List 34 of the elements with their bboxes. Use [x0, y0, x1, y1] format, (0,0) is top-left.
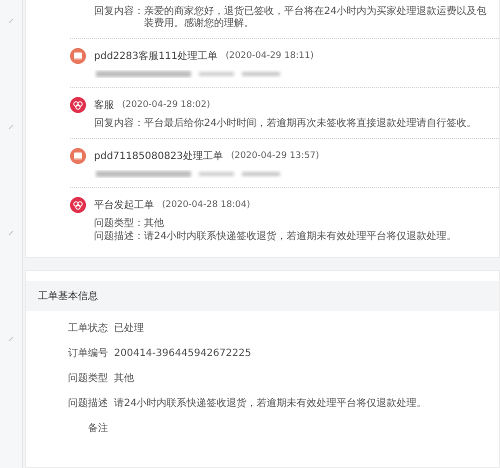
entry-time: (2020-04-28 18:04): [162, 200, 250, 210]
line-label: 问题描述：: [94, 231, 144, 243]
field-label: 备注: [87, 423, 108, 435]
chevron-icon[interactable]: [8, 18, 14, 24]
entry-author: pdd2283客服111处理工单: [94, 50, 218, 63]
entry-author: pdd71185080823处理工单: [94, 150, 224, 163]
field-label: 工单状态: [67, 323, 108, 335]
line-label: 回复内容：: [94, 6, 144, 19]
flower-avatar-icon: [70, 197, 86, 213]
field-value: 其他: [114, 373, 134, 385]
entry-time: (2020-04-29 18:11): [226, 51, 314, 61]
chevron-icon[interactable]: [8, 124, 14, 130]
line-label: 问题类型：: [94, 218, 144, 230]
field-value: 已处理: [114, 323, 144, 335]
line-label: 回复内容：: [94, 118, 144, 130]
info-title: 工单基本信息: [26, 281, 499, 311]
entry-time: (2020-04-29 18:02): [122, 100, 210, 110]
chevron-icon[interactable]: [8, 230, 14, 236]
store-avatar-icon: [70, 148, 86, 164]
line-text: 亲爱的商家您好，退货已签收，平台将在24小时内为买家处理退款运费以及包装费用。感谢您的理解。: [144, 6, 488, 30]
entry-time: (2020-04-29 13:57): [231, 151, 320, 161]
field-value: 200414-396445942672225: [114, 348, 252, 360]
flower-avatar-icon: [70, 97, 86, 113]
field-value: 请24小时内联系快递签收退货，若逾期未有效处理平台将仅退款处理。: [114, 398, 427, 410]
line-text: 平台最后给你24小时时间，若逾期再次未签收将直接退款处理请自行签收。: [144, 118, 477, 130]
field-label: 问题类型: [67, 373, 108, 385]
chevron-icon[interactable]: [8, 336, 14, 342]
entry-author: 客服: [94, 98, 114, 112]
entry-author: 平台发起工单: [94, 198, 154, 212]
field-label: 问题描述: [67, 398, 108, 410]
field-label: 订单编号: [67, 348, 108, 360]
store-avatar-icon: [70, 48, 86, 64]
line-text: 其他: [144, 218, 164, 230]
line-text: 请24小时内联系快递签收退货，若逾期未有效处理平台将仅退款处理。: [144, 231, 457, 243]
